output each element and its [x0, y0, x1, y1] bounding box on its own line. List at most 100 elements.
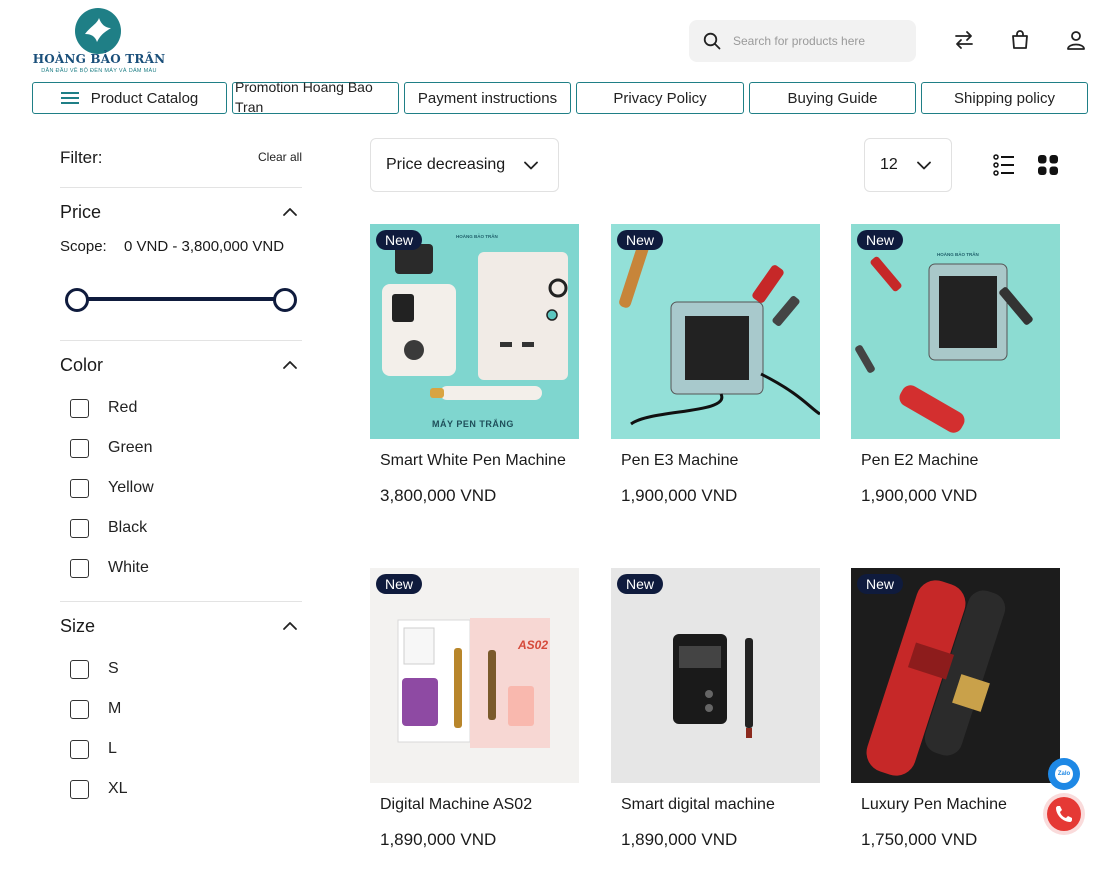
brand-name: HOÀNG BẢO TRÂN: [32, 52, 166, 66]
nav-label: Payment instructions: [417, 89, 558, 107]
list-view-icon[interactable]: [993, 154, 1015, 176]
option-label: S: [108, 660, 119, 677]
product-image[interactable]: New: [611, 224, 820, 439]
product-price: 3,800,000 VND: [380, 486, 497, 505]
compare-icon[interactable]: [952, 28, 976, 52]
checkbox[interactable]: [70, 558, 89, 578]
bird-icon: [85, 18, 111, 42]
option-label: XL: [108, 780, 128, 797]
product-name[interactable]: Luxury Pen Machine: [861, 796, 1007, 814]
call-button[interactable]: [1047, 797, 1081, 831]
product-card[interactable]: HOÀNG BẢO TRÂN MÁY PEN TRẮNG New Smart W…: [370, 224, 579, 505]
chevron-down-icon: [524, 161, 538, 170]
product-image[interactable]: New: [851, 568, 1060, 783]
nav-promotion[interactable]: Promotion Hoang Bao Tran: [232, 79, 399, 115]
product-card[interactable]: New Pen E3 Machine 1,900,000 VND: [611, 224, 820, 505]
chevron-up-icon[interactable]: [282, 360, 298, 370]
checkbox[interactable]: [70, 438, 89, 458]
brand-logo[interactable]: HOÀNG BẢO TRÂN DẪN ĐẦU VỀ BỘ ĐÈN MÁY VÀ …: [32, 8, 166, 78]
price-section-title[interactable]: Price: [60, 202, 101, 223]
chevron-up-icon[interactable]: [282, 621, 298, 631]
new-badge: New: [617, 230, 664, 250]
price-slider-track[interactable]: [76, 297, 286, 301]
nav-label: Shipping policy: [954, 89, 1055, 107]
product-price: 1,890,000 VND: [621, 830, 738, 849]
nav-product-catalog[interactable]: Product Catalog: [32, 82, 227, 114]
checkbox[interactable]: [70, 478, 89, 498]
nav-label: Product Catalog: [90, 89, 199, 107]
color-option-green[interactable]: Green: [70, 438, 152, 458]
product-card[interactable]: HOÀNG BẢO TRÂN New Pen E2 Machine 1,900,…: [851, 224, 1060, 505]
color-section-title[interactable]: Color: [60, 355, 103, 376]
clear-all-link[interactable]: Clear all: [258, 150, 302, 164]
size-option-m[interactable]: M: [70, 699, 121, 719]
price-scope-label: Scope:: [60, 238, 107, 255]
nav-payment-instructions[interactable]: Payment instructions: [404, 82, 571, 114]
product-card[interactable]: New Luxury Pen Machine 1,750,000 VND: [851, 568, 1060, 849]
checkbox[interactable]: [70, 779, 89, 799]
product-image[interactable]: HOÀNG BẢO TRÂN MÁY PEN TRẮNG New: [370, 224, 579, 439]
product-photo: [619, 235, 820, 426]
product-name[interactable]: Pen E3 Machine: [621, 452, 738, 470]
image-caption: MÁY PEN TRẮNG: [432, 419, 514, 429]
chevron-up-icon[interactable]: [282, 207, 298, 217]
product-card[interactable]: New Smart digital machine 1,890,000 VND: [611, 568, 820, 849]
nav-privacy-policy[interactable]: Privacy Policy: [576, 82, 744, 114]
zalo-chat-button[interactable]: Zalo: [1048, 758, 1080, 790]
checkbox[interactable]: [70, 739, 89, 759]
checkbox[interactable]: [70, 518, 89, 538]
price-scope-value: 0 VND - 3,800,000 VND: [124, 238, 285, 255]
sort-value: Price decreasing: [386, 156, 506, 173]
option-label: L: [108, 740, 117, 757]
color-option-red[interactable]: Red: [70, 398, 137, 418]
product-image[interactable]: New: [611, 568, 820, 783]
product-price: 1,900,000 VND: [861, 486, 978, 505]
new-badge: New: [376, 230, 423, 250]
grid-view-icon[interactable]: [1037, 154, 1059, 176]
image-model-label: AS02: [518, 638, 549, 652]
color-option-yellow[interactable]: Yellow: [70, 478, 154, 498]
filter-title: Filter:: [60, 148, 103, 167]
color-option-black[interactable]: Black: [70, 518, 147, 538]
size-option-s[interactable]: S: [70, 659, 119, 679]
user-icon[interactable]: [1064, 28, 1088, 52]
product-card[interactable]: AS02 New Digital Machine AS02 1,890,000 …: [370, 568, 579, 849]
price-slider-max-handle[interactable]: [273, 288, 297, 312]
per-page-select[interactable]: 12: [864, 138, 952, 192]
product-image[interactable]: AS02 New: [370, 568, 579, 783]
size-option-xl[interactable]: XL: [70, 779, 128, 799]
nav-label: Privacy Policy: [613, 89, 707, 107]
product-photo: [382, 244, 568, 400]
size-section-title[interactable]: Size: [60, 616, 95, 637]
menu-icon: [60, 92, 79, 104]
product-name[interactable]: Smart White Pen Machine: [380, 452, 566, 470]
sort-select[interactable]: Price decreasing: [370, 138, 559, 192]
search-box[interactable]: [689, 20, 916, 62]
color-option-white[interactable]: White: [70, 558, 149, 578]
checkbox[interactable]: [70, 398, 89, 418]
product-photo: [673, 634, 753, 738]
checkbox[interactable]: [70, 659, 89, 679]
price-slider-min-handle[interactable]: [65, 288, 89, 312]
product-price: 1,750,000 VND: [861, 830, 978, 849]
divider: [60, 340, 302, 341]
new-badge: New: [857, 574, 904, 594]
product-name[interactable]: Smart digital machine: [621, 796, 775, 814]
image-logo-text: HOÀNG BẢO TRÂN: [937, 252, 979, 257]
product-name[interactable]: Pen E2 Machine: [861, 452, 978, 470]
new-badge: New: [857, 230, 904, 250]
option-label: White: [108, 559, 149, 576]
nav-shipping-policy[interactable]: Shipping policy: [921, 82, 1088, 114]
product-image[interactable]: HOÀNG BẢO TRÂN New: [851, 224, 1060, 439]
nav-label: Buying Guide: [787, 89, 878, 107]
size-option-l[interactable]: L: [70, 739, 117, 759]
search-icon[interactable]: [703, 32, 721, 50]
checkbox[interactable]: [70, 699, 89, 719]
search-input[interactable]: [733, 31, 903, 51]
phone-icon: [1056, 806, 1072, 822]
nav-buying-guide[interactable]: Buying Guide: [749, 82, 916, 114]
product-photo: [397, 618, 550, 748]
product-name[interactable]: Digital Machine AS02: [380, 796, 532, 814]
bag-icon[interactable]: [1008, 28, 1032, 52]
image-logo-text: HOÀNG BẢO TRÂN: [456, 234, 498, 239]
